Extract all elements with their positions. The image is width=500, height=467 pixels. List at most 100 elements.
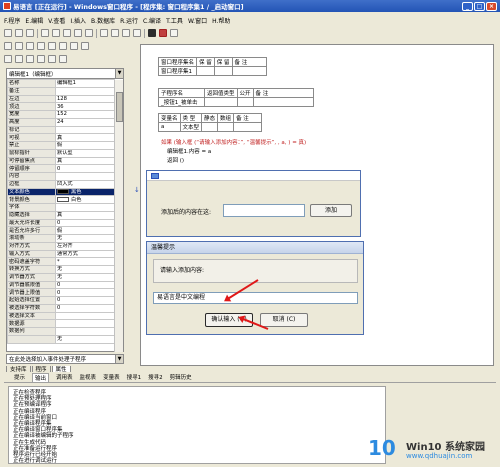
property-value[interactable]: 黑色: [55, 187, 115, 197]
property-row[interactable]: 调节器上限值 0: [7, 288, 115, 297]
run-icon[interactable]: [148, 29, 156, 37]
property-value[interactable]: 0: [55, 303, 115, 313]
property-row[interactable]: 内容: [7, 172, 115, 181]
property-value[interactable]: 无: [55, 265, 115, 274]
property-value[interactable]: [55, 203, 115, 212]
property-row[interactable]: 文本颜色 黑色: [7, 187, 115, 197]
property-row[interactable]: 数据源: [7, 319, 115, 328]
assembly-cell[interactable]: [196, 66, 215, 76]
property-row[interactable]: 调节器方式无: [7, 272, 115, 282]
property-row[interactable]: 无: [7, 334, 115, 344]
property-row[interactable]: 滚动条无: [7, 234, 115, 243]
property-value[interactable]: 0: [55, 164, 115, 173]
space-h-icon[interactable]: [15, 55, 23, 63]
property-value[interactable]: 白色: [55, 195, 115, 204]
menu-item[interactable]: C.编译: [143, 16, 161, 25]
property-value[interactable]: 默认型: [55, 148, 115, 158]
same-height-icon[interactable]: [81, 42, 89, 50]
property-row[interactable]: 停留顺序 0: [7, 164, 115, 173]
property-value[interactable]: [55, 125, 115, 135]
lock-icon[interactable]: [59, 55, 67, 63]
sub-cell[interactable]: [236, 97, 254, 107]
menu-item[interactable]: V.查看: [48, 16, 65, 25]
property-value[interactable]: 凹入式: [55, 179, 115, 189]
property-row[interactable]: 调节器底限值 0: [7, 280, 115, 290]
content-edit-box[interactable]: [223, 204, 305, 217]
property-value[interactable]: 24: [55, 117, 115, 127]
property-scrollbar[interactable]: [114, 80, 123, 352]
align-bottom-icon[interactable]: [59, 42, 67, 50]
window2-icon[interactable]: [122, 29, 130, 37]
property-value[interactable]: 128: [55, 94, 115, 104]
undo-icon[interactable]: [74, 29, 82, 37]
code-line-return[interactable]: 返回 (): [167, 156, 184, 164]
assembly-cell[interactable]: [231, 66, 267, 76]
grid-icon[interactable]: [4, 55, 12, 63]
tab-variables[interactable]: 变量表: [103, 373, 120, 381]
property-value[interactable]: 通常方式: [55, 249, 115, 259]
stop-icon[interactable]: [159, 29, 167, 37]
sub-name-cell[interactable]: _按钮1_被单击: [158, 97, 205, 107]
property-value[interactable]: 0: [55, 288, 115, 297]
property-value[interactable]: [55, 319, 115, 328]
menu-item[interactable]: B.数据库: [91, 16, 115, 25]
window1-icon[interactable]: [111, 29, 119, 37]
property-value[interactable]: 真: [55, 133, 115, 142]
find-icon[interactable]: [100, 29, 108, 37]
tab-hint[interactable]: 提示: [14, 373, 25, 381]
property-value[interactable]: 0: [55, 296, 115, 305]
property-value[interactable]: *: [55, 257, 115, 266]
property-value[interactable]: 真: [55, 156, 115, 166]
menu-item[interactable]: R.运行: [120, 16, 138, 25]
tab-output[interactable]: 输出: [32, 372, 50, 382]
property-row[interactable]: 禁止假: [7, 141, 115, 150]
property-value[interactable]: 真: [55, 210, 115, 220]
property-row[interactable]: 高度 24: [7, 117, 115, 127]
property-value[interactable]: 左对齐: [55, 241, 115, 251]
space-v-icon[interactable]: [26, 55, 34, 63]
redo-icon[interactable]: [85, 29, 93, 37]
same-width-icon[interactable]: [70, 42, 78, 50]
property-row[interactable]: 宽度 152: [7, 110, 115, 119]
property-row[interactable]: 隐藏选择真: [7, 210, 115, 220]
menu-item[interactable]: E.编辑: [25, 16, 43, 25]
tab-call-stack[interactable]: 调用表: [56, 373, 73, 381]
property-row[interactable]: 最大允许长度 0: [7, 218, 115, 228]
assembly-name-cell[interactable]: 窗口程序集1: [157, 66, 198, 76]
property-row[interactable]: 顶边 36: [7, 102, 115, 111]
save-icon[interactable]: [26, 29, 34, 37]
center-v-icon[interactable]: [48, 55, 56, 63]
copy-icon[interactable]: [52, 29, 60, 37]
var-cell[interactable]: [217, 122, 235, 132]
close-button[interactable]: ×: [486, 1, 497, 11]
property-row[interactable]: 密码遮盖字符 *: [7, 257, 115, 266]
var-cell[interactable]: [201, 122, 219, 132]
property-row[interactable]: 背景颜色 白色: [7, 195, 115, 204]
event-select[interactable]: 在此处选择加入事件处理子程序 ▼: [6, 354, 124, 364]
property-value[interactable]: [55, 311, 115, 321]
menu-item[interactable]: W.窗口: [188, 16, 207, 25]
property-value[interactable]: 假: [55, 141, 115, 150]
align-middle-icon[interactable]: [48, 42, 56, 50]
output-panel[interactable]: 正在检查程序 正在预处理程序 正在预编译程序 正在编译程序 正在编译当前窗口 正在编译程序…: [8, 386, 386, 464]
menu-item[interactable]: H.帮助: [212, 16, 230, 25]
input-field[interactable]: 易语言是中文编程: [153, 292, 358, 304]
menu-item[interactable]: F.程序: [4, 16, 20, 25]
property-row[interactable]: 备注: [7, 86, 115, 96]
property-value[interactable]: 编辑框1: [55, 79, 115, 88]
component-select[interactable]: 编辑框1（编辑框） ▼: [7, 69, 123, 79]
code-line-assign[interactable]: 编辑框1.内容 = a: [167, 147, 211, 155]
property-value[interactable]: 假: [55, 226, 115, 235]
tab-search1[interactable]: 搜寻1: [127, 373, 142, 381]
property-value[interactable]: [55, 172, 115, 181]
property-row[interactable]: 可视真: [7, 133, 115, 142]
center-h-icon[interactable]: [37, 55, 45, 63]
align-center-icon[interactable]: [15, 42, 23, 50]
property-value[interactable]: 无: [55, 334, 115, 344]
tab-watch[interactable]: 监视表: [80, 373, 97, 381]
align-right-icon[interactable]: [26, 42, 34, 50]
property-row[interactable]: 被选择文本: [7, 311, 115, 321]
property-row[interactable]: 标记: [7, 125, 115, 135]
add-button[interactable]: 添加: [310, 204, 352, 217]
var-name-cell[interactable]: a: [158, 122, 181, 132]
